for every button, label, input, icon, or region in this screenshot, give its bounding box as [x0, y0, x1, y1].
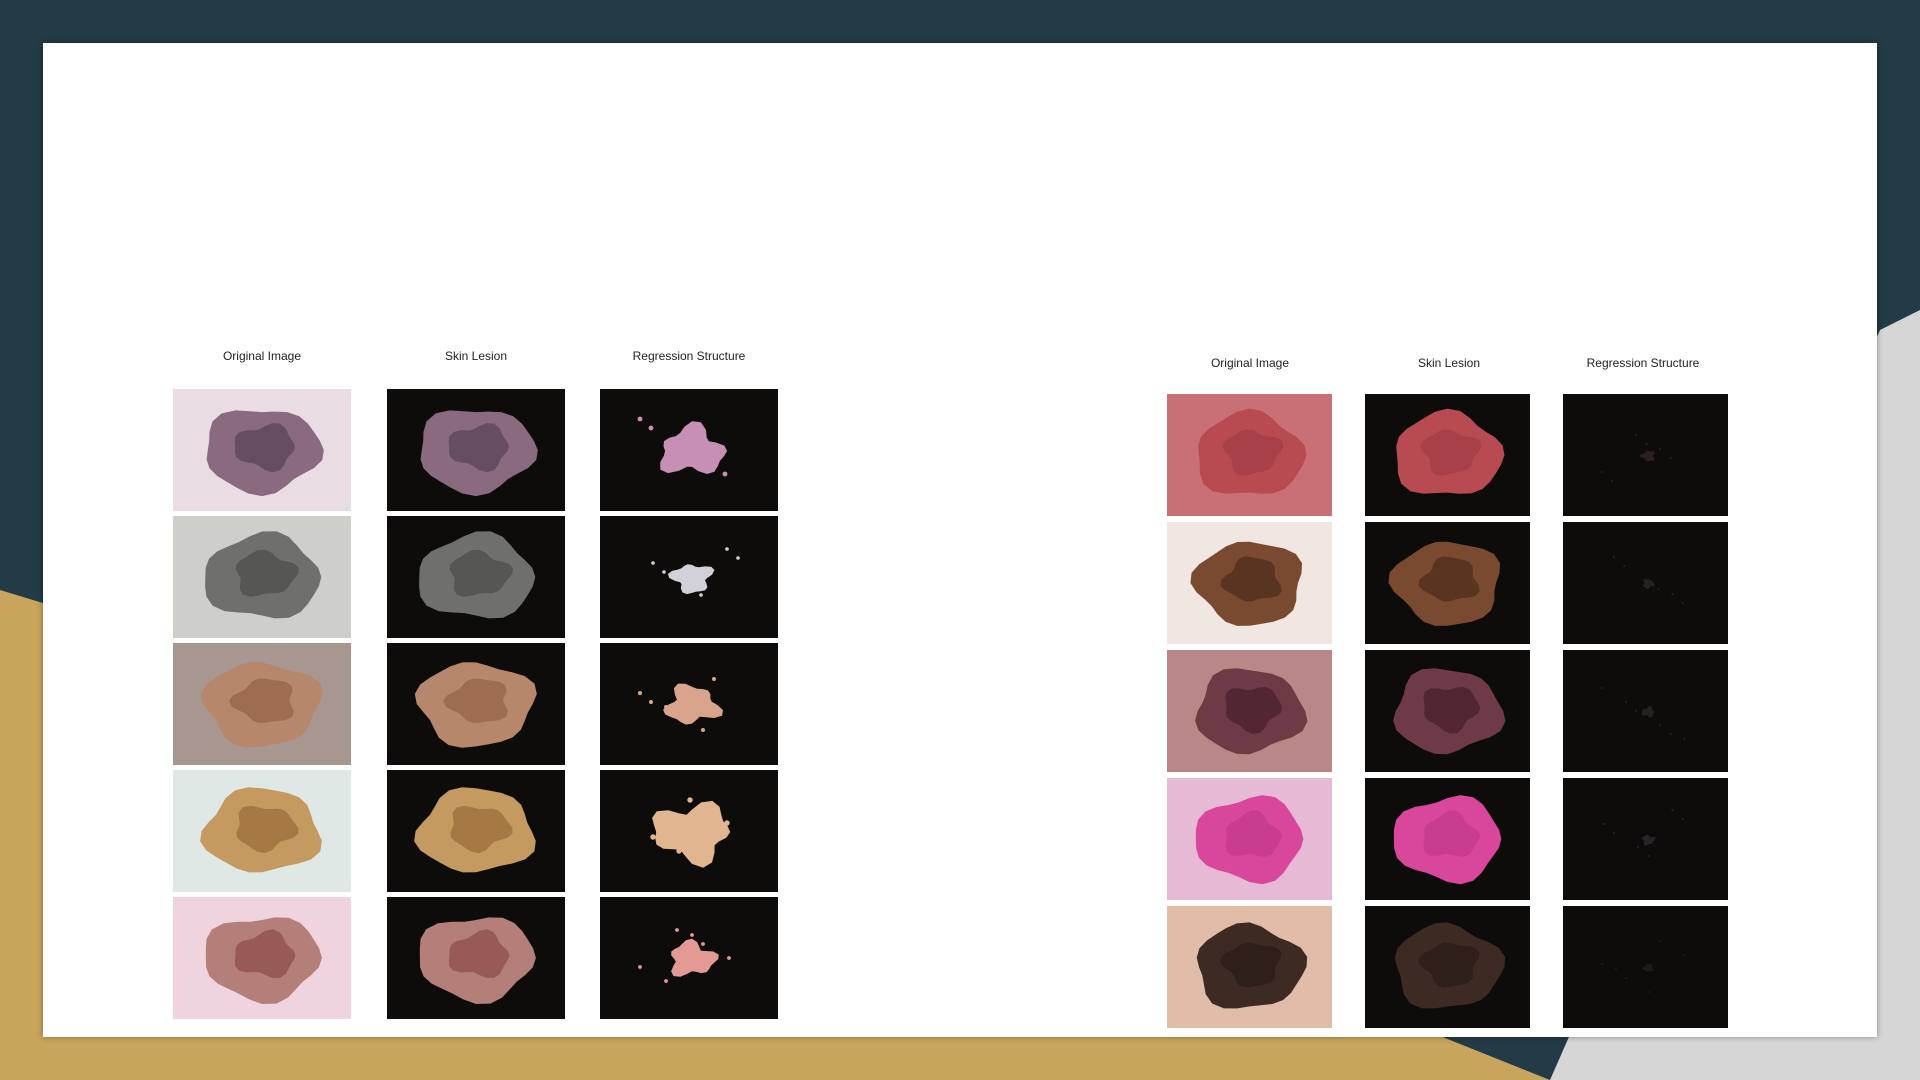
- left-figure-panel: Original Image Skin Lesion Regression St…: [173, 349, 823, 1069]
- column-header-lesion: Skin Lesion: [444, 349, 508, 363]
- original-image-tile: [1167, 906, 1332, 1028]
- regression-structure-tile: [600, 643, 778, 765]
- regression-structure-tile: [600, 389, 778, 511]
- skin-lesion-tile: [1365, 650, 1530, 772]
- slide: Original Image Skin Lesion Regression St…: [43, 43, 1877, 1037]
- regression-structure-tile: [1563, 394, 1728, 516]
- regression-structure-tile: [600, 897, 778, 1019]
- regression-structure-tile: [1563, 906, 1728, 1028]
- skin-lesion-tile: [1365, 778, 1530, 900]
- skin-lesion-tile: [387, 516, 565, 638]
- original-image-tile: [1167, 522, 1332, 644]
- regression-structure-tile: [1563, 522, 1728, 644]
- regression-structure-tile: [1563, 650, 1728, 772]
- skin-lesion-tile: [1365, 906, 1530, 1028]
- skin-lesion-tile: [387, 643, 565, 765]
- regression-structure-tile: [600, 770, 778, 892]
- regression-structure-tile: [600, 516, 778, 638]
- skin-lesion-tile: [387, 770, 565, 892]
- original-image-tile: [173, 643, 351, 765]
- skin-lesion-tile: [387, 897, 565, 1019]
- original-image-tile: [173, 897, 351, 1019]
- column-header-original: Original Image: [222, 349, 302, 363]
- column-header-original: Original Image: [1210, 356, 1290, 370]
- original-image-tile: [173, 516, 351, 638]
- column-header-regression: Regression Structure: [632, 349, 746, 363]
- column-header-lesion: Skin Lesion: [1417, 356, 1481, 370]
- right-figure-panel: Original Image Skin Lesion Regression St…: [1167, 356, 1747, 1076]
- original-image-tile: [1167, 778, 1332, 900]
- original-image-tile: [173, 389, 351, 511]
- original-image-tile: [1167, 394, 1332, 516]
- skin-lesion-tile: [1365, 394, 1530, 516]
- skin-lesion-tile: [1365, 522, 1530, 644]
- original-image-tile: [1167, 650, 1332, 772]
- column-header-regression: Regression Structure: [1586, 356, 1700, 370]
- original-image-tile: [173, 770, 351, 892]
- regression-structure-tile: [1563, 778, 1728, 900]
- skin-lesion-tile: [387, 389, 565, 511]
